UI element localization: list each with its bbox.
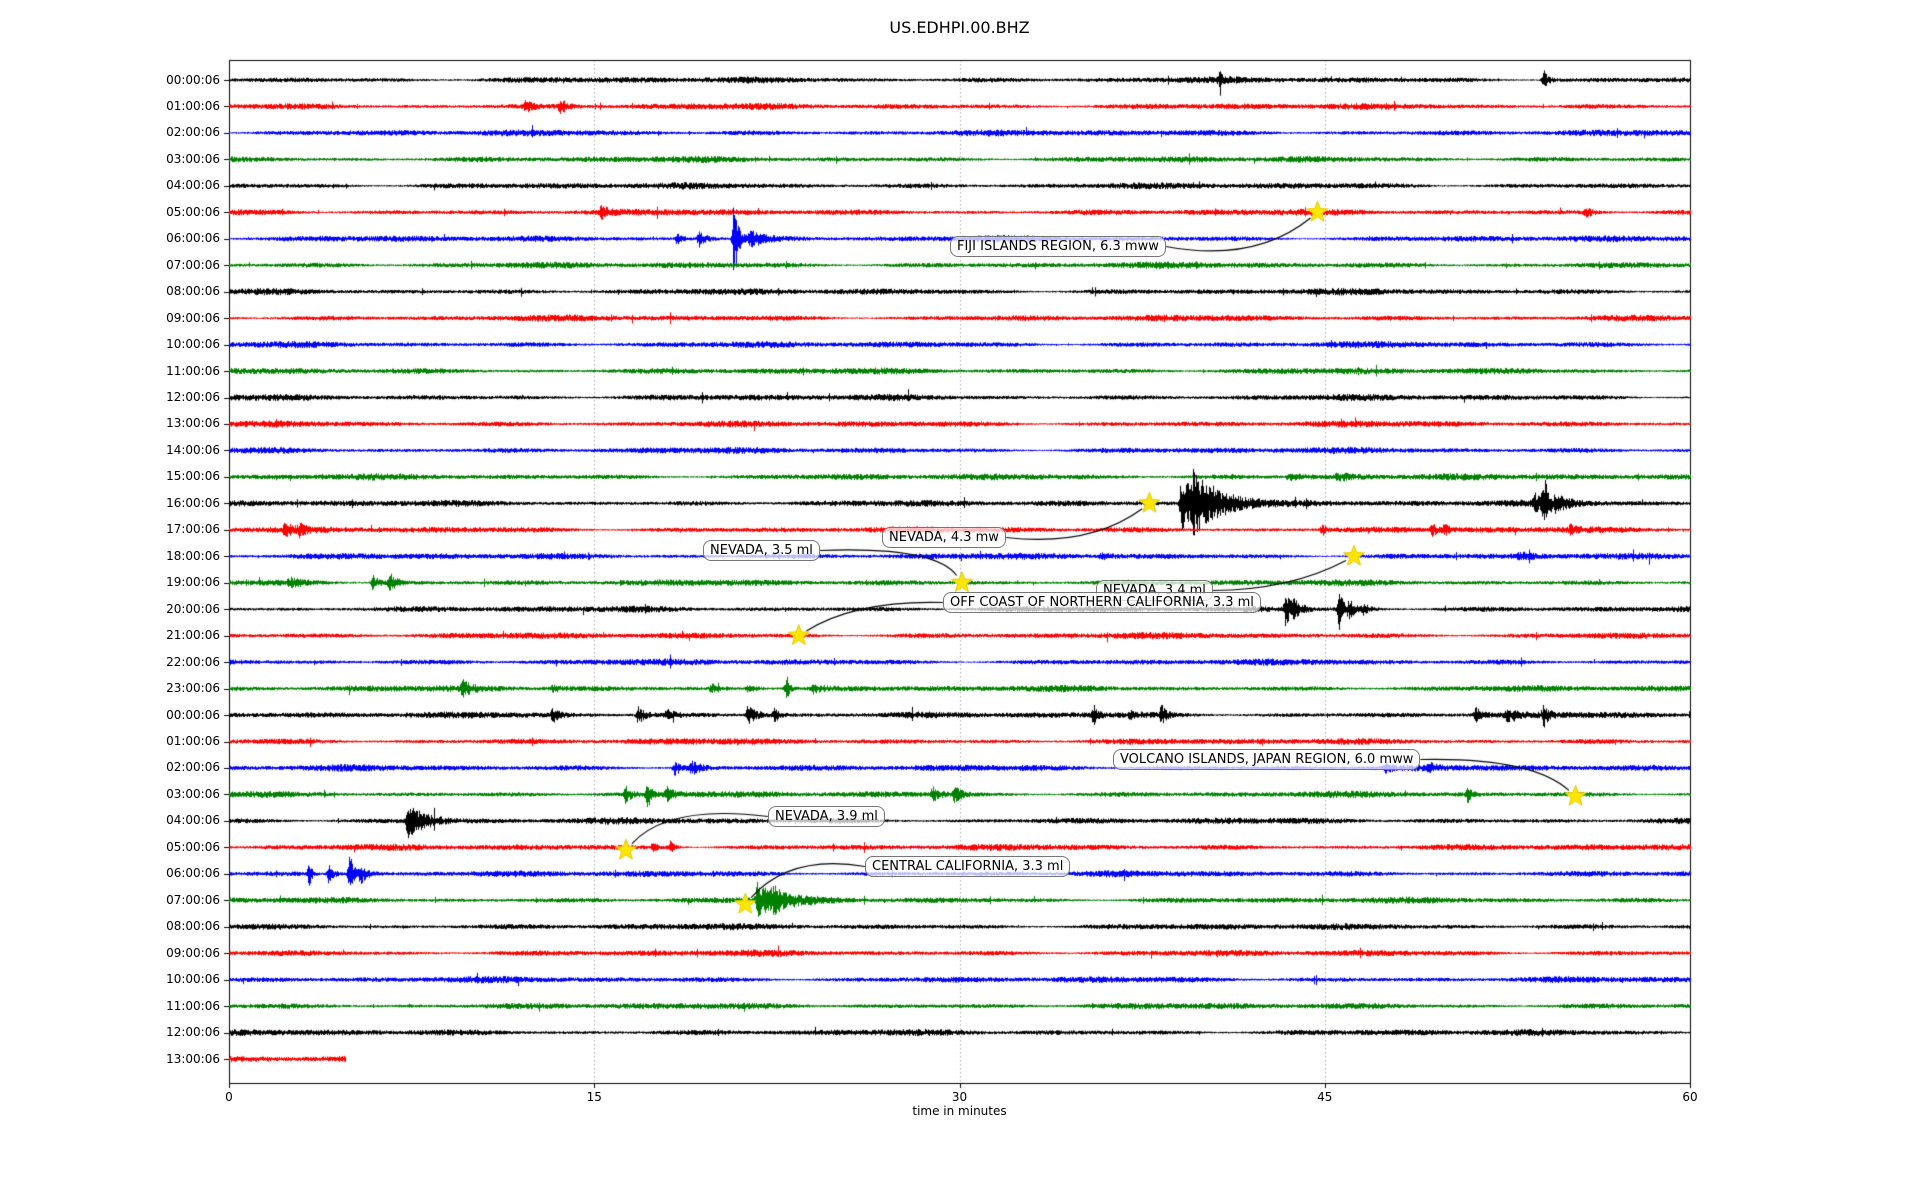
- hour-label: 00:00:06: [166, 72, 220, 87]
- hour-label: 21:00:06: [166, 628, 220, 643]
- x-tick-label: 15: [586, 1090, 602, 1104]
- hour-label: 18:00:06: [166, 548, 220, 563]
- hour-label: 08:00:06: [166, 284, 220, 299]
- hour-label: 05:00:06: [166, 839, 220, 854]
- x-tick-label: 60: [1682, 1090, 1698, 1104]
- hour-label: 09:00:06: [166, 945, 220, 960]
- hour-label: 11:00:06: [166, 363, 220, 378]
- hour-label: 20:00:06: [166, 601, 220, 616]
- event-annotation-box: OFF COAST OF NORTHERN CALIFORNIA, 3.3 ml: [943, 592, 1261, 613]
- x-tick-label: 45: [1317, 1090, 1333, 1104]
- x-tick-label: 30: [951, 1090, 968, 1104]
- hour-label: 04:00:06: [166, 178, 220, 193]
- hour-label: 03:00:06: [166, 786, 220, 801]
- hour-label: 01:00:06: [166, 734, 220, 748]
- hour-label: 14:00:06: [166, 442, 220, 457]
- hour-label: 15:00:06: [166, 469, 220, 484]
- hour-label: 23:00:06: [166, 681, 220, 696]
- hour-label: 02:00:06: [166, 760, 220, 775]
- hour-label: 06:00:06: [166, 866, 220, 881]
- hour-label: 02:00:06: [166, 125, 220, 140]
- event-annotation-box: CENTRAL CALIFORNIA, 3.3 ml: [865, 856, 1071, 877]
- hour-label: 04:00:06: [166, 813, 220, 828]
- hour-label: 19:00:06: [166, 575, 220, 590]
- event-annotation-box: NEVADA, 3.5 ml: [703, 540, 820, 561]
- hour-label: 01:00:06: [166, 98, 220, 113]
- hour-label: 09:00:06: [166, 310, 220, 325]
- hour-label: 10:00:06: [166, 337, 220, 352]
- event-annotation-box: NEVADA, 3.9 ml: [768, 806, 885, 827]
- hour-label: 03:00:06: [166, 151, 220, 166]
- hour-label: 12:00:06: [166, 1025, 220, 1040]
- hour-label: 07:00:06: [166, 257, 220, 272]
- event-annotation-box: FIJI ISLANDS REGION, 6.3 mww: [950, 236, 1166, 257]
- hour-label: 05:00:06: [166, 204, 220, 219]
- hour-label: 08:00:06: [166, 919, 220, 934]
- hour-label: 07:00:06: [166, 892, 220, 907]
- helicorder-figure: US.EDHPI.00.BHZ 00:00:06 01:00:06 02:00:06…: [0, 0, 1920, 1200]
- hour-label: 12:00:06: [166, 390, 220, 405]
- hour-label: 00:00:06: [166, 707, 220, 722]
- hour-label: 13:00:06: [166, 416, 220, 431]
- figure-title: US.EDHPI.00.BHZ: [889, 18, 1030, 37]
- hour-label: 22:00:06: [166, 654, 220, 669]
- x-axis-label: time in minutes: [912, 1104, 1007, 1118]
- x-tick-label: 0: [225, 1090, 233, 1104]
- hour-label: 17:00:06: [166, 522, 220, 537]
- hour-label: 11:00:06: [166, 998, 220, 1013]
- hour-label: 06:00:06: [166, 231, 220, 246]
- event-annotation-box: NEVADA, 4.3 mw: [882, 527, 1006, 548]
- event-annotation-box: VOLCANO ISLANDS, JAPAN REGION, 6.0 mww: [1113, 749, 1421, 770]
- hour-label: 16:00:06: [166, 495, 220, 510]
- hour-label: 13:00:06: [166, 1051, 220, 1066]
- hour-label: 10:00:06: [166, 972, 220, 987]
